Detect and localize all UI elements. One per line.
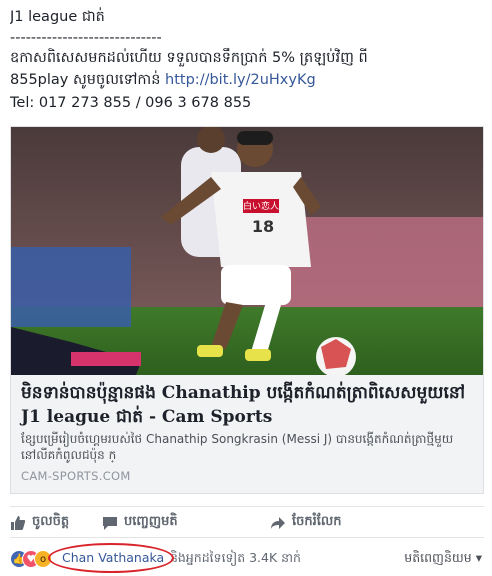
promo-link[interactable]: http://bit.ly/2uHxyKg: [165, 72, 316, 88]
like-button[interactable]: ចូលចិត្ត: [10, 513, 69, 532]
highlight-circle: [48, 543, 174, 573]
comment-sort-menu[interactable]: មតិពេញនិយម ▾: [404, 550, 482, 569]
card-title[interactable]: មិនទាន់បានប៉ុន្មានផង Chanathip បង្កើតកំណ…: [21, 381, 473, 429]
card-description: ខ្សែបម្រើរៀបចំហ្គេមរបស់ថៃ Chanathip Song…: [21, 432, 454, 462]
comment-icon: [103, 516, 117, 530]
promo-text: 855play សូមចូលទៅកាន់: [10, 72, 166, 88]
post-text: J1 league ជាត់ -------------------------…: [10, 6, 484, 114]
comment-button[interactable]: បញ្ចេញមតិ: [102, 513, 178, 532]
card-domain: CAM-SPORTS.COM: [21, 469, 131, 483]
post-divider: -----------------------------: [10, 29, 162, 46]
reactions-count[interactable]: និងអ្នកដទៃទៀត 3.4K នាក់: [170, 550, 301, 569]
football-photo: 白い恋人 18: [11, 127, 483, 375]
card-body[interactable]: មិនទាន់បានប៉ុន្មានផង Chanathip បង្កើតកំណ…: [11, 375, 483, 493]
share-icon: [271, 516, 285, 529]
card-photo[interactable]: 白い恋人 18: [11, 127, 483, 375]
comment-label: បញ្ចេញមតិ: [124, 514, 178, 529]
post-line-promo: ឧកាសពិសេសមកដល់ហើយ ទទួលបានទឹកប្រាក់ 5% ត្…: [10, 49, 368, 66]
post-phone: Tel: 017 273 855 / 096 3 678 855: [10, 94, 252, 111]
like-label: ចូលចិត្ត: [32, 514, 70, 529]
post-title: J1 league ជាត់: [10, 9, 105, 25]
action-bar: ចូលចិត្ត បញ្ចេញមតិ ចែករំលែក: [10, 506, 484, 538]
svg-text:18: 18: [252, 217, 274, 236]
comment-sort-label: មតិពេញនិយម: [404, 550, 472, 565]
share-button[interactable]: ចែករំលែក: [270, 513, 342, 532]
thumbs-up-icon: [11, 515, 26, 530]
post-line-link: 855play សូមចូលទៅកាន់ http://bit.ly/2uHxy…: [10, 69, 484, 92]
link-preview-card[interactable]: 白い恋人 18 មិនទាន់បានប៉ុន្មានផង Chanathip ប…: [10, 126, 484, 494]
chevron-down-icon: ▾: [475, 550, 482, 565]
share-label: ចែករំលែក: [292, 514, 342, 529]
svg-text:白い恋人: 白い恋人: [243, 200, 279, 212]
